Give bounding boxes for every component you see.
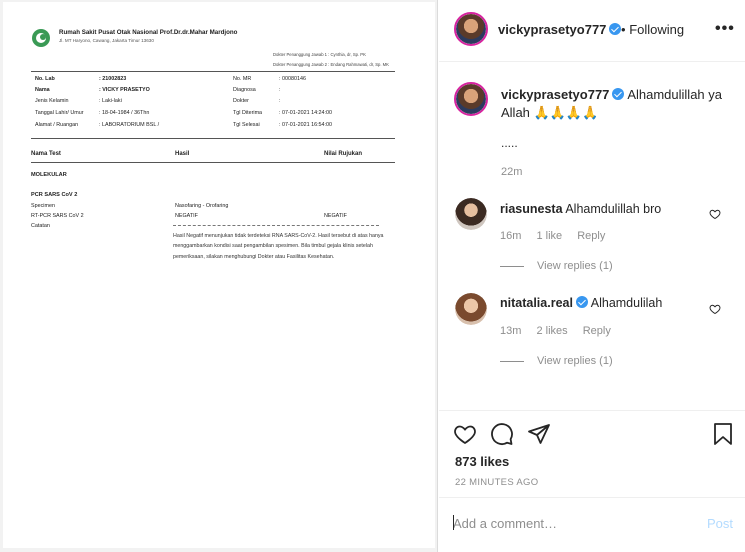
avatar	[455, 198, 487, 230]
nama-value: : VICKY PRASETYO	[99, 87, 150, 93]
comment-1-meta: 16m 1 like Reply	[500, 230, 617, 242]
header-hasil: Hasil	[175, 151, 190, 157]
result-note: Hasil Negatif menunjukan tidak terdeteks…	[173, 233, 384, 260]
bookmark-icon[interactable]	[711, 422, 735, 446]
comment-icon[interactable]	[490, 422, 514, 446]
comment-2-meta: 13m 2 likes Reply	[500, 325, 623, 337]
comment-1-likes[interactable]: 1 like	[536, 230, 562, 242]
header-nama-test: Nama Test	[31, 151, 61, 157]
section-molekular: MOLEKULAR	[31, 172, 67, 178]
divider	[439, 497, 745, 498]
like-comment-heart-icon[interactable]	[709, 208, 721, 220]
jenis-kelamin-label: Jenis Kelamin	[35, 98, 69, 104]
rtpcr-reference: NEGATIF	[324, 213, 347, 219]
rtpcr-result: NEGATIF	[175, 213, 198, 219]
no-mr-label: No. MR	[233, 76, 252, 82]
verified-badge-icon	[612, 88, 625, 100]
divider	[31, 138, 395, 139]
dashed-divider	[173, 225, 379, 226]
like-count[interactable]: 873 likes	[455, 454, 509, 469]
text-caret	[453, 515, 454, 530]
author-username[interactable]: vickyprasetyo777	[498, 22, 622, 37]
view-replies-line	[500, 361, 524, 362]
verified-badge-icon	[609, 23, 622, 35]
jenis-kelamin-value: : Laki-laki	[99, 98, 122, 104]
verified-badge-icon	[575, 296, 588, 308]
comment-2-text: nitatalia.real Alhamdulilah	[500, 296, 662, 310]
comment-2-view-replies[interactable]: View replies (1)	[537, 355, 613, 367]
add-comment-input[interactable]	[453, 512, 693, 534]
hospital-logo	[32, 29, 50, 47]
author-username-text[interactable]: vickyprasetyo777	[498, 22, 606, 37]
comment-2-likes[interactable]: 2 likes	[536, 325, 567, 337]
hospital-address: Jl. MT Haryono, Cawang, Jakarta Timur 13…	[59, 38, 154, 43]
tanggal-lahir-label: Tanggal Lahir/ Umur	[35, 110, 84, 116]
posted-time[interactable]: 22 MINUTES AGO	[455, 477, 538, 488]
header-nilai-rujukan: Nilai Rujukan	[324, 151, 363, 157]
comment-1-time[interactable]: 16m	[500, 230, 521, 242]
post-comment-button[interactable]: Post	[707, 516, 733, 531]
document-header: Rumah Sakit Pusat Otak Nasional Prof.Dr.…	[31, 28, 421, 50]
alamat-label: Alamat / Ruangan	[35, 122, 79, 128]
no-lab-label: No. Lab	[35, 76, 55, 82]
tgl-diterima-value: : 07-01-2021 14:24:00	[279, 110, 333, 116]
view-replies-line	[500, 266, 524, 267]
diagnosa-label: Diagnosa	[233, 87, 256, 93]
no-mr-value: : 00080146	[279, 76, 306, 82]
comment-2-body: Alhamdulilah	[590, 296, 663, 310]
tgl-selesai-label: Tgl Selesai	[233, 122, 260, 128]
separator-dot: •	[621, 22, 626, 37]
follow-status[interactable]: • Following	[621, 22, 684, 37]
more-options-icon[interactable]: •••	[715, 20, 735, 38]
comment-2-reply-button[interactable]: Reply	[583, 325, 611, 337]
specimen-label: Specimen	[31, 203, 55, 209]
commenter-avatar[interactable]	[455, 293, 487, 325]
subsection-pcr: PCR SARS CoV 2	[31, 192, 78, 198]
diagnosa-value: :	[279, 87, 281, 93]
caption-username[interactable]: vickyprasetyo777	[501, 87, 609, 102]
divider	[31, 162, 395, 163]
post-header: vickyprasetyo777 • Following •••	[439, 0, 745, 62]
tanggal-lahir-value: : 18-04-1984 / 36Thn	[99, 110, 150, 116]
divider	[31, 71, 395, 72]
dokter-label: Dokter	[233, 98, 249, 104]
share-icon[interactable]	[527, 422, 551, 446]
hospital-name: Rumah Sakit Pusat Otak Nasional Prof.Dr.…	[59, 29, 238, 36]
caption-author-avatar[interactable]	[454, 82, 488, 116]
comment-1-body: Alhamdulillah bro	[565, 202, 662, 216]
caption-extra: .....	[501, 136, 518, 150]
author-avatar[interactable]	[454, 12, 488, 46]
comment-1-text: riasunesta Alhamdulillah bro	[500, 202, 661, 216]
caption-time[interactable]: 22m	[501, 166, 522, 178]
divider	[439, 410, 745, 411]
dokter-value: :	[279, 98, 281, 104]
lab-result-document: Rumah Sakit Pusat Otak Nasional Prof.Dr.…	[3, 2, 435, 548]
tgl-diterima-label: Tgl Diterima	[233, 110, 263, 116]
comment-2-username[interactable]: nitatalia.real	[500, 296, 573, 310]
post-side-panel: vickyprasetyo777 • Following ••• vickypr…	[439, 0, 745, 552]
avatar	[456, 14, 486, 44]
alamat-value: : LABORATORIUM BSL /	[99, 122, 160, 128]
caption: vickyprasetyo777 Alhamdulillah ya Allah …	[501, 86, 735, 122]
following-button[interactable]: Following	[629, 22, 684, 37]
comment-1-view-replies[interactable]: View replies (1)	[537, 260, 613, 272]
comment-1-username[interactable]: riasunesta	[500, 202, 563, 216]
heart-icon[interactable]	[453, 422, 477, 446]
tgl-selesai-value: : 07-01-2021 16:54:00	[279, 122, 333, 128]
comment-1-reply-button[interactable]: Reply	[577, 230, 605, 242]
specimen-value: Nasofaring - Orofaring	[175, 203, 229, 209]
nama-label: Nama	[35, 87, 50, 93]
commenter-avatar[interactable]	[455, 198, 487, 230]
doctor-in-charge-2: Dokter Penanggung Jawab 2 : Endang Rahma…	[273, 62, 389, 67]
comment-2-time[interactable]: 13m	[500, 325, 521, 337]
no-lab-value: : 21002823	[99, 76, 127, 82]
rtpcr-label: RT-PCR SARS CoV 2	[31, 213, 84, 219]
like-comment-heart-icon[interactable]	[709, 303, 721, 315]
post-image[interactable]: Rumah Sakit Pusat Otak Nasional Prof.Dr.…	[0, 0, 438, 552]
doctor-in-charge-1: Dokter Penanggung Jawab 1 : Cynthia, dr,…	[273, 52, 366, 57]
avatar	[455, 293, 487, 325]
catatan-label: Catatan	[31, 223, 50, 229]
avatar	[456, 84, 486, 114]
